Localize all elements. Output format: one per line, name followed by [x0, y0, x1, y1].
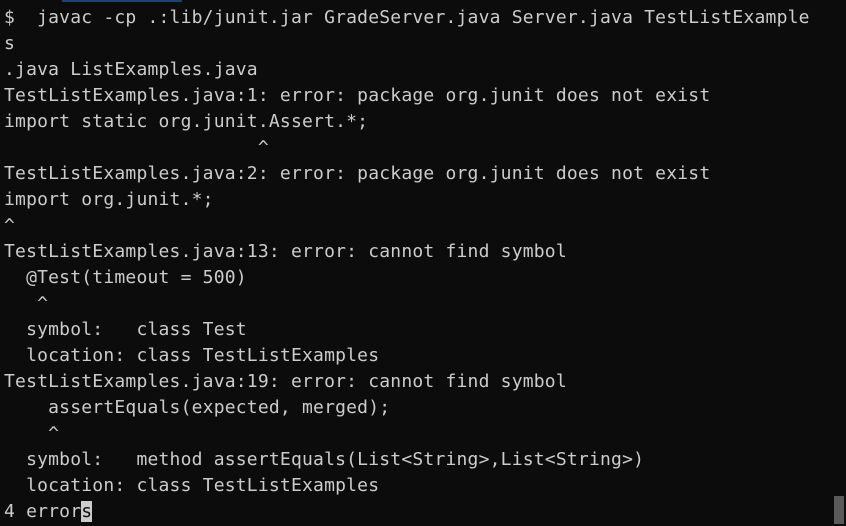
terminal-line-text: location: class TestListExamples: [4, 345, 380, 366]
terminal-line-text: import org.junit.*;: [4, 189, 214, 210]
text-cursor: s: [81, 501, 93, 522]
terminal-line: @Test(timeout = 500): [4, 265, 810, 291]
terminal-line: TestListExamples.java:1: error: package …: [4, 83, 810, 109]
terminal-line: TestListExamples.java:13: error: cannot …: [4, 239, 810, 265]
terminal-line-text: ^: [4, 215, 16, 236]
vertical-scrollbar[interactable]: [832, 0, 846, 526]
terminal-line-text: symbol: class Test: [4, 319, 247, 340]
selection-highlight: [62, 0, 182, 2]
terminal-line: symbol: class Test: [4, 317, 810, 343]
terminal-line: ^: [4, 291, 810, 317]
terminal-line: TestListExamples.java:19: error: cannot …: [4, 369, 810, 395]
terminal-line-text: ^: [4, 293, 49, 314]
terminal-line-text: symbol: method assertEquals(List<String>…: [4, 449, 645, 470]
terminal-line: import static org.junit.Assert.*;: [4, 109, 810, 135]
terminal-window[interactable]: $ javac -cp .:lib/junit.jar GradeServer.…: [0, 0, 832, 526]
terminal-line-text: ^: [4, 137, 269, 158]
terminal-line-text: TestListExamples.java:19: error: cannot …: [4, 371, 567, 392]
terminal-line: ^: [4, 213, 810, 239]
terminal-line: ^: [4, 135, 810, 161]
terminal-line-text: @Test(timeout = 500): [4, 267, 247, 288]
terminal-line-text: location: class TestListExamples: [4, 475, 380, 496]
terminal-line: location: class TestListExamples: [4, 473, 810, 499]
terminal-line: TestListExamples.java:2: error: package …: [4, 161, 810, 187]
terminal-line: s: [4, 31, 810, 57]
terminal-line-text: TestListExamples.java:1: error: package …: [4, 85, 711, 106]
terminal-line-text: .java ListExamples.java: [4, 59, 258, 80]
terminal-line: $ javac -cp .:lib/junit.jar GradeServer.…: [4, 5, 810, 31]
terminal-line: .java ListExamples.java: [4, 57, 810, 83]
terminal-line-text: 4 error: [4, 501, 82, 522]
terminal-line-text: ^: [4, 423, 60, 444]
terminal-line-text: s: [4, 33, 16, 54]
scrollbar-thumb[interactable]: [834, 496, 844, 524]
terminal-prompt-line[interactable]: 4 errors: [4, 499, 810, 525]
terminal-line-text: TestListExamples.java:2: error: package …: [4, 163, 711, 184]
terminal-line: symbol: method assertEquals(List<String>…: [4, 447, 810, 473]
terminal-line: assertEquals(expected, merged);: [4, 395, 810, 421]
terminal-line-text: assertEquals(expected, merged);: [4, 397, 391, 418]
terminal-line: location: class TestListExamples: [4, 343, 810, 369]
terminal-output: $ javac -cp .:lib/junit.jar GradeServer.…: [4, 5, 810, 525]
terminal-line-text: TestListExamples.java:13: error: cannot …: [4, 241, 567, 262]
terminal-line: import org.junit.*;: [4, 187, 810, 213]
terminal-line-text: import static org.junit.Assert.*;: [4, 111, 369, 132]
terminal-line: ^: [4, 421, 810, 447]
terminal-line-text: $ javac -cp .:lib/junit.jar GradeServer.…: [4, 7, 810, 28]
